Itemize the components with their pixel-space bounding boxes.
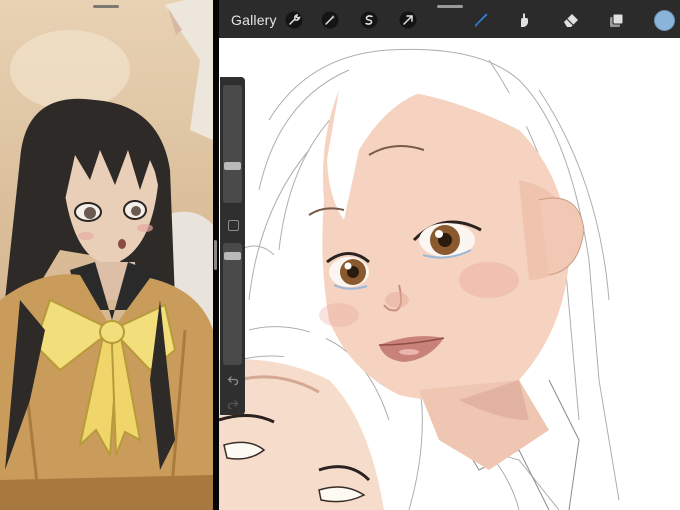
eraser-icon — [564, 14, 578, 27]
opacity-slider[interactable] — [223, 243, 242, 365]
pane-grabber-handle[interactable] — [437, 5, 463, 8]
procreate-app: Gallery — [219, 0, 680, 510]
eraser-tool-button[interactable] — [562, 11, 580, 29]
layers-button[interactable] — [608, 11, 626, 29]
sidebar — [220, 77, 245, 415]
split-view-resize-handle[interactable] — [214, 240, 217, 270]
reference-pane[interactable] — [0, 0, 213, 510]
redo-arrow-icon — [227, 400, 238, 410]
actions-wrench-button[interactable] — [285, 11, 303, 29]
wrench-icon — [285, 11, 303, 29]
undo-arrow-icon — [227, 376, 238, 386]
selection-button[interactable] — [360, 11, 378, 29]
pane-grabber-handle[interactable] — [93, 5, 119, 8]
undo-button[interactable] — [225, 373, 240, 387]
smudge-icon — [521, 13, 528, 27]
layers-icon — [610, 13, 624, 27]
brush-tool-button[interactable] — [472, 11, 490, 29]
redo-button[interactable] — [225, 397, 240, 411]
magic-wand-icon — [321, 11, 339, 29]
transform-button[interactable] — [399, 11, 417, 29]
smudge-tool-button[interactable] — [515, 11, 533, 29]
adjustments-wand-button[interactable] — [321, 11, 339, 29]
transform-arrow-icon — [399, 11, 417, 29]
color-picker-swatch[interactable] — [654, 10, 675, 31]
brush-size-thumb[interactable] — [224, 162, 241, 170]
top-toolbar: Gallery — [219, 0, 680, 38]
brush-size-slider[interactable] — [223, 85, 242, 203]
brush-icon — [475, 13, 488, 27]
selection-s-icon — [360, 11, 378, 29]
reference-artwork — [0, 0, 213, 510]
opacity-thumb[interactable] — [224, 252, 241, 260]
modify-button[interactable] — [228, 220, 239, 231]
drawing-canvas[interactable] — [219, 0, 680, 510]
gallery-button[interactable]: Gallery — [231, 12, 277, 28]
